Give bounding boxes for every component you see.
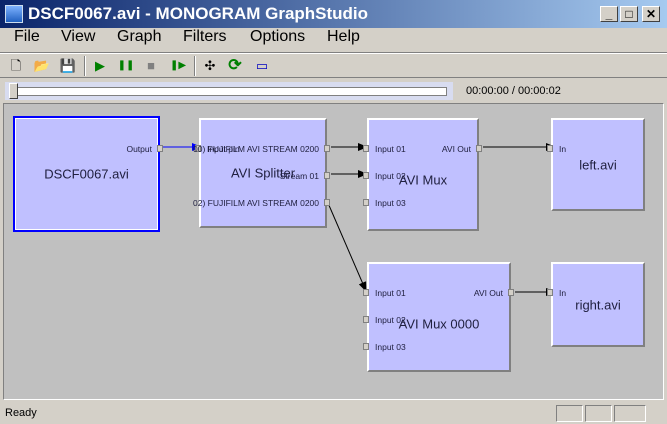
- arrange-icon[interactable]: ✣: [200, 56, 220, 76]
- pin-connector[interactable]: [476, 145, 482, 152]
- filter-avi-splitter[interactable]: AVI Splitter Input pin 00) FUJIFILM AVI …: [193, 118, 330, 228]
- pin-out: AVI Out: [441, 144, 471, 154]
- status-bar: Ready: [0, 403, 667, 424]
- menu-help[interactable]: Help: [327, 28, 360, 46]
- pin-connector[interactable]: [324, 145, 330, 152]
- new-icon[interactable]: 🗋: [6, 56, 26, 76]
- minimize-button[interactable]: _: [600, 6, 618, 22]
- pin-connector[interactable]: [547, 145, 553, 152]
- pin-connector[interactable]: [363, 289, 369, 296]
- play-icon[interactable]: ▶: [90, 56, 110, 76]
- pin-in-3: Input 03: [375, 198, 406, 208]
- seek-thumb[interactable]: [9, 83, 18, 99]
- seek-row: 00:00:00 / 00:00:02: [0, 80, 667, 102]
- seek-icon[interactable]: ▭: [252, 56, 272, 76]
- pin-in-1: Input 01: [375, 288, 406, 298]
- filter-avi-mux[interactable]: AVI Mux Input 01 Input 02 Input 03 AVI O…: [363, 118, 482, 231]
- pin-connector[interactable]: [508, 289, 514, 296]
- pin-connector[interactable]: [363, 316, 369, 323]
- toolbar: 🗋 📂 💾 ▶ ❚❚ ■ ❚▶ ✣ ⟳ ▭: [0, 52, 667, 78]
- pin-in: In: [559, 144, 567, 154]
- pin-output: Output: [126, 144, 152, 154]
- status-text: Ready: [5, 407, 37, 419]
- pin-connector[interactable]: [324, 199, 330, 206]
- time-display: 00:00:00 / 00:00:02: [466, 85, 561, 97]
- app-icon: [5, 5, 23, 23]
- menu-file[interactable]: File: [14, 28, 40, 46]
- filter-right-avi[interactable]: right.avi In: [547, 262, 645, 347]
- window-title: DSCF0067.avi - MONOGRAM GraphStudio: [28, 4, 369, 23]
- filter-left-avi[interactable]: left.avi In: [547, 118, 645, 211]
- menu-options[interactable]: Options: [250, 28, 305, 46]
- filter-name: left.avi: [579, 157, 617, 172]
- refresh-icon[interactable]: ⟳: [225, 56, 245, 76]
- status-panel: [585, 405, 612, 422]
- pin-in-3: Input 03: [375, 342, 406, 352]
- pin-output-connector[interactable]: [157, 145, 163, 152]
- seek-track[interactable]: [11, 87, 447, 96]
- maximize-button[interactable]: □: [620, 6, 638, 22]
- pin-out-2: 02) FUJIFILM AVI STREAM 0200: [193, 198, 319, 208]
- separator: [194, 56, 196, 76]
- save-icon[interactable]: 💾: [58, 56, 78, 76]
- pin-connector[interactable]: [324, 172, 330, 179]
- close-button[interactable]: ✕: [642, 6, 660, 22]
- pin-out-1: Stream 01: [279, 171, 319, 181]
- pin-in-2: Input 02: [375, 171, 406, 181]
- connection-splitter-mux2-in1: [327, 202, 367, 292]
- seek-bar[interactable]: [5, 82, 453, 100]
- title-bar: DSCF0067.avi - MONOGRAM GraphStudio _ □ …: [0, 0, 667, 28]
- pin-connector[interactable]: [363, 172, 369, 179]
- pin-in-2: Input 02: [375, 315, 406, 325]
- filter-avi-mux-0000[interactable]: AVI Mux 0000 Input 01 Input 02 Input 03 …: [363, 262, 514, 372]
- filter-source[interactable]: DSCF0067.avi Output: [13, 116, 163, 232]
- pin-out: AVI Out: [473, 288, 503, 298]
- graph-canvas[interactable]: DSCF0067.avi Output AVI Splitter Input p…: [3, 103, 664, 400]
- pin-out-0: 00) FUJIFILM AVI STREAM 0200: [193, 144, 319, 154]
- pin-connector[interactable]: [363, 343, 369, 350]
- step-icon[interactable]: ❚▶: [168, 56, 188, 76]
- menu-bar: File View Graph Filters Options Help: [0, 28, 667, 50]
- pin-connector[interactable]: [363, 199, 369, 206]
- menu-filters[interactable]: Filters: [183, 28, 227, 46]
- pause-icon[interactable]: ❚❚: [116, 56, 136, 76]
- menu-view[interactable]: View: [61, 28, 95, 46]
- pin-connector[interactable]: [363, 145, 369, 152]
- pin-in-1: Input 01: [375, 144, 406, 154]
- pin-connector[interactable]: [547, 289, 553, 296]
- menu-graph[interactable]: Graph: [117, 28, 161, 46]
- separator: [84, 56, 86, 76]
- pin-in: In: [559, 288, 567, 298]
- filter-name: right.avi: [575, 297, 621, 312]
- status-panel: [614, 405, 646, 422]
- status-panel: [556, 405, 583, 422]
- stop-icon[interactable]: ■: [141, 56, 161, 76]
- filter-name: DSCF0067.avi: [44, 166, 129, 182]
- open-icon[interactable]: 📂: [32, 56, 52, 76]
